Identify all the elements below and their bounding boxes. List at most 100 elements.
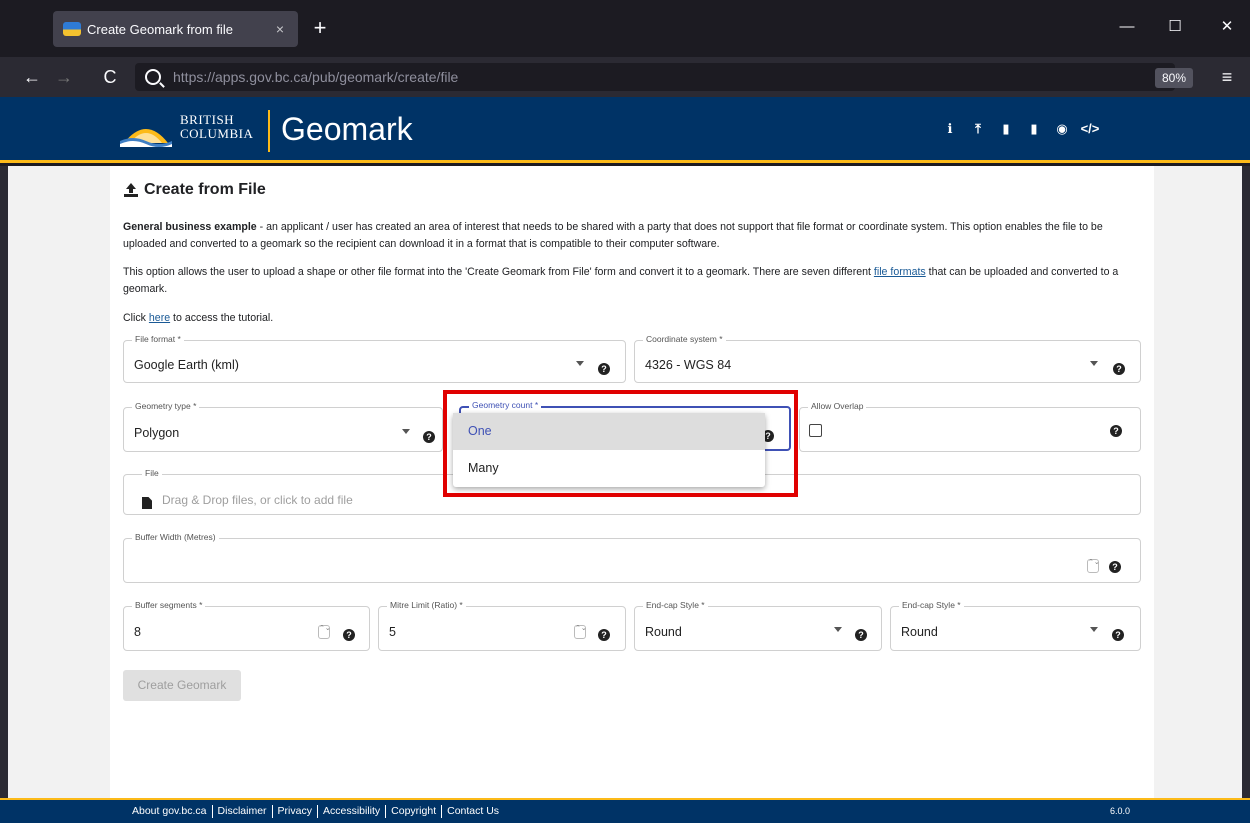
buffer-segments-help-icon[interactable]: ?: [343, 629, 355, 641]
footer-link-about[interactable]: About gov.bc.ca: [132, 805, 212, 818]
globe-icon[interactable]: ◉: [1049, 119, 1075, 139]
browser-menu-button[interactable]: ≡: [1213, 63, 1241, 91]
allow-overlap-checkbox[interactable]: [809, 424, 822, 437]
bc-wordmark-line1: BRITISH: [180, 112, 235, 127]
browser-tab[interactable]: Create Geomark from file ×: [53, 11, 298, 47]
chevron-down-icon: [402, 429, 410, 434]
geometry-type-help-icon[interactable]: ?: [423, 431, 435, 443]
header-icon-toolbar: ℹ ⤒ ▮ ▮ ◉ </>: [935, 119, 1103, 139]
tutorial-text-a: Click: [123, 312, 149, 324]
url-bar[interactable]: https://apps.gov.bc.ca/pub/geomark/creat…: [135, 63, 1175, 91]
tutorial-paragraph: Click here to access the tutorial.: [123, 310, 1143, 327]
geometry-type-value: Polygon: [134, 426, 180, 440]
coordinate-system-value: 4326 - WGS 84: [645, 358, 732, 372]
footer-link-accessibility[interactable]: Accessibility: [316, 805, 385, 818]
file-formats-link[interactable]: file formats: [874, 266, 926, 278]
bc-favicon-icon: [63, 22, 81, 36]
end-cap-style-help-icon[interactable]: ?: [855, 629, 867, 641]
info-icon[interactable]: ℹ: [937, 119, 963, 139]
forward-button[interactable]: →: [50, 63, 78, 91]
copy-icon[interactable]: ▮: [1021, 119, 1047, 139]
chevron-down-icon: [834, 627, 842, 632]
highlight-annotation-box: [443, 390, 798, 497]
window-minimize-button[interactable]: —: [1110, 13, 1144, 41]
footer-link-contact[interactable]: Contact Us: [441, 805, 504, 818]
chevron-down-icon: [1090, 361, 1098, 366]
mitre-limit-help-icon[interactable]: ?: [598, 629, 610, 641]
description-text-1: - an applicant / user has created an are…: [123, 221, 1103, 250]
chevron-down-icon: [576, 361, 584, 366]
file-format-value: Google Earth (kml): [134, 358, 239, 372]
allow-overlap-field: Allow Overlap ?: [799, 401, 1141, 452]
tab-close-icon[interactable]: ×: [272, 21, 288, 37]
bc-sun-logo-icon[interactable]: [120, 113, 172, 147]
coordinate-system-label: Coordinate system *: [643, 334, 726, 344]
buffer-width-label: Buffer Width (Metres): [132, 532, 219, 542]
file-drop-placeholder: Drag & Drop files, or click to add file: [162, 493, 353, 507]
buffer-segments-spinner-icon[interactable]: ⌃⌄: [318, 625, 331, 639]
file-format-select[interactable]: File format * Google Earth (kml) ?: [123, 334, 626, 383]
clipboard-icon[interactable]: ▮: [993, 119, 1019, 139]
buffer-segments-field[interactable]: Buffer segments * 8 ⌃⌄ ?: [123, 600, 370, 651]
allow-overlap-help-icon[interactable]: ?: [1110, 425, 1122, 437]
file-format-help-icon[interactable]: ?: [598, 363, 610, 375]
upload-icon[interactable]: ⤒: [965, 119, 991, 139]
buffer-width-field[interactable]: Buffer Width (Metres) ⌃⌄ ?: [123, 532, 1141, 583]
description-bold-lead: General business example: [123, 221, 257, 233]
file-format-label: File format *: [132, 334, 184, 344]
footer-link-copyright[interactable]: Copyright: [385, 805, 441, 818]
coordinate-system-select[interactable]: Coordinate system * 4326 - WGS 84 ?: [634, 334, 1141, 383]
search-icon: [145, 69, 161, 85]
tutorial-text-b: to access the tutorial.: [170, 312, 274, 324]
footer-link-disclaimer[interactable]: Disclaimer: [211, 805, 272, 818]
allow-overlap-label: Allow Overlap: [808, 401, 867, 411]
end-cap-style-select[interactable]: End-cap Style * Round ?: [634, 600, 882, 651]
version-label: 6.0.0: [1110, 806, 1131, 816]
mitre-limit-value: 5: [389, 625, 396, 639]
coordinate-system-help-icon[interactable]: ?: [1113, 363, 1125, 375]
buffer-segments-value: 8: [134, 625, 141, 639]
mitre-limit-field[interactable]: Mitre Limit (Ratio) * 5 ⌃⌄ ?: [378, 600, 626, 651]
end-cap-style-select-2[interactable]: End-cap Style * Round ?: [890, 600, 1141, 651]
zoom-level-badge[interactable]: 80%: [1155, 68, 1193, 88]
end-cap-style-value: Round: [645, 625, 682, 639]
page-title-text: Create from File: [144, 181, 266, 198]
buffer-segments-label: Buffer segments *: [132, 600, 206, 610]
page-title: Create from File: [123, 181, 266, 199]
bc-wordmark[interactable]: BRITISH COLUMBIA: [180, 113, 253, 141]
reload-button[interactable]: C: [96, 63, 124, 91]
window-close-button[interactable]: ✕: [1210, 13, 1244, 41]
upload-icon: [124, 183, 138, 197]
site-footer: About gov.bc.ca Disclaimer Privacy Acces…: [0, 798, 1250, 823]
footer-link-privacy[interactable]: Privacy: [271, 805, 317, 818]
mitre-limit-spinner-icon[interactable]: ⌃⌄: [574, 625, 587, 639]
back-button[interactable]: ←: [18, 63, 46, 91]
window-maximize-button[interactable]: ☐: [1158, 13, 1192, 41]
description-paragraph-1: General business example - an applicant …: [123, 219, 1143, 253]
mitre-limit-label: Mitre Limit (Ratio) *: [387, 600, 466, 610]
geometry-type-label: Geometry type *: [132, 401, 200, 411]
browser-nav-bar: ← → C https://apps.gov.bc.ca/pub/geomark…: [0, 57, 1250, 97]
end-cap-style-label-2: End-cap Style *: [899, 600, 964, 610]
url-text: https://apps.gov.bc.ca/pub/geomark/creat…: [173, 69, 459, 85]
new-tab-button[interactable]: +: [306, 14, 334, 42]
bc-wordmark-line2: COLUMBIA: [180, 126, 254, 141]
geometry-type-select[interactable]: Geometry type * Polygon ?: [123, 401, 443, 452]
buffer-width-help-icon[interactable]: ?: [1109, 561, 1121, 573]
description-text-2a: This option allows the user to upload a …: [123, 266, 874, 278]
browser-tab-bar: Create Geomark from file × + — ☐ ✕: [0, 0, 1250, 57]
header-divider: [268, 110, 270, 152]
code-icon[interactable]: </>: [1077, 119, 1103, 139]
chevron-down-icon: [1090, 627, 1098, 632]
tab-title: Create Geomark from file: [87, 21, 233, 37]
create-geomark-button[interactable]: Create Geomark: [123, 670, 241, 701]
end-cap-style-value-2: Round: [901, 625, 938, 639]
footer-links: About gov.bc.ca Disclaimer Privacy Acces…: [132, 805, 504, 818]
file-icon: [142, 497, 152, 509]
file-label: File: [142, 468, 162, 478]
description-paragraph-2: This option allows the user to upload a …: [123, 264, 1143, 298]
end-cap-style-help-icon-2[interactable]: ?: [1112, 629, 1124, 641]
tutorial-link[interactable]: here: [149, 312, 170, 324]
buffer-width-spinner-icon[interactable]: ⌃⌄: [1087, 559, 1100, 573]
app-title[interactable]: Geomark: [281, 110, 413, 148]
